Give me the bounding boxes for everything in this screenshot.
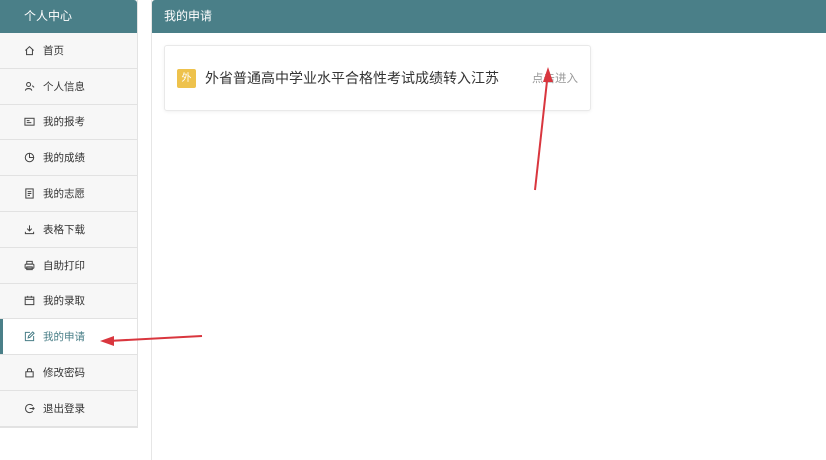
sidebar-item-label: 我的申请	[43, 331, 85, 344]
sidebar-item-label: 修改密码	[43, 367, 85, 380]
sidebar-item-scores[interactable]: 我的成绩	[0, 140, 137, 177]
sidebar-menu: 首页 个人信息 我的报考 我的成绩 我的志愿 表格下载 自助打印 我的录取 我的…	[0, 33, 137, 427]
card-badge: 外	[177, 68, 196, 88]
card-title: 外省普通高中学业水平合格性考试成绩转入江苏	[205, 71, 499, 87]
application-card[interactable]: 外 外省普通高中学业水平合格性考试成绩转入江苏 点击进入	[164, 45, 591, 111]
sidebar-item-applications[interactable]: 我的申请	[0, 319, 137, 356]
sidebar-item-label: 我的录取	[43, 295, 85, 308]
sidebar-item-label: 我的成绩	[43, 152, 85, 165]
sidebar-item-logout[interactable]: 退出登录	[0, 391, 137, 427]
user-icon	[24, 81, 35, 92]
lock-icon	[24, 367, 35, 378]
sidebar-item-downloads[interactable]: 表格下载	[0, 212, 137, 248]
sidebar-item-home[interactable]: 首页	[0, 33, 137, 69]
sidebar-item-label: 个人信息	[43, 80, 85, 93]
sidebar-item-label: 我的志愿	[43, 188, 85, 201]
document-icon	[24, 188, 35, 199]
sidebar-item-label: 自助打印	[43, 259, 85, 272]
download-icon	[24, 224, 35, 235]
edit-icon	[24, 331, 35, 342]
sidebar-item-admission[interactable]: 我的录取	[0, 284, 137, 320]
sidebar-item-label: 表格下载	[43, 223, 85, 236]
sidebar-item-label: 退出登录	[43, 402, 85, 415]
sidebar-item-label: 我的报考	[43, 116, 85, 129]
main-panel: 我的申请 外 外省普通高中学业水平合格性考试成绩转入江苏 点击进入	[151, 0, 826, 460]
sidebar-item-registration[interactable]: 我的报考	[0, 105, 137, 141]
sidebar-title: 个人中心	[0, 0, 137, 33]
enter-link[interactable]: 点击进入	[532, 70, 578, 86]
printer-icon	[24, 260, 35, 271]
calendar-icon	[24, 295, 35, 306]
sidebar-item-label: 首页	[43, 44, 64, 57]
sidebar-item-print[interactable]: 自助打印	[0, 248, 137, 284]
page-root: 个人中心 首页 个人信息 我的报考 我的成绩 我的志愿 表格下载 自助打印 我的…	[0, 0, 826, 460]
logout-icon	[24, 403, 35, 414]
page-title: 我的申请	[152, 0, 826, 33]
home-icon	[24, 45, 35, 56]
sidebar-item-preferences[interactable]: 我的志愿	[0, 176, 137, 212]
id-card-icon	[24, 116, 35, 127]
sidebar-item-change-password[interactable]: 修改密码	[0, 355, 137, 391]
sidebar: 个人中心 首页 个人信息 我的报考 我的成绩 我的志愿 表格下载 自助打印 我的…	[0, 0, 138, 428]
sidebar-item-profile[interactable]: 个人信息	[0, 69, 137, 105]
pie-chart-icon	[24, 152, 35, 163]
